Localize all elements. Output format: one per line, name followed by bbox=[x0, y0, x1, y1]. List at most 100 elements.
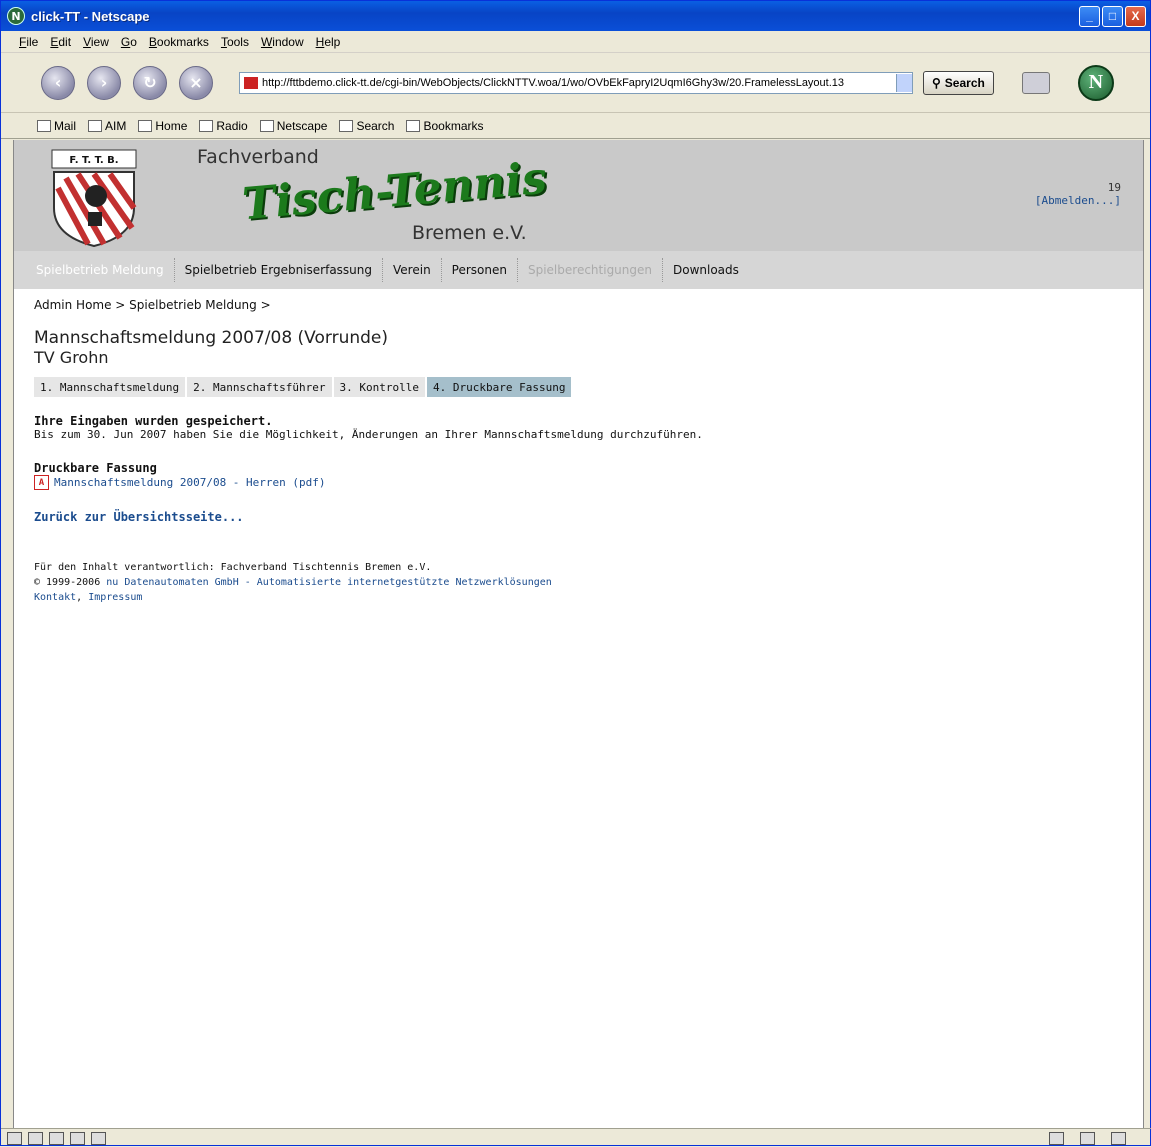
header-line-fachverband: Fachverband bbox=[197, 146, 319, 168]
pt-search[interactable]: Search bbox=[339, 119, 394, 133]
search-button-label: Search bbox=[944, 75, 985, 90]
netscape-status-icon[interactable] bbox=[7, 1131, 22, 1145]
main-navigation: Spielbetrieb Meldung Spielbetrieb Ergebn… bbox=[14, 251, 1143, 289]
saved-title: Ihre Eingaben wurden gespeichert. bbox=[34, 414, 273, 428]
mail-icon bbox=[37, 119, 51, 132]
step-druckbare-fassung[interactable]: 4. Druckbare Fassung bbox=[427, 377, 572, 397]
minimize-button[interactable]: _ bbox=[1079, 5, 1100, 27]
radio-icon bbox=[199, 119, 214, 132]
menu-file[interactable]: File bbox=[19, 35, 38, 49]
fttb-crest-logo: F. T. T. B. bbox=[51, 149, 137, 248]
address-book-status-icon[interactable] bbox=[91, 1131, 106, 1145]
netscape-logo-icon[interactable]: N bbox=[1077, 64, 1114, 101]
print-heading: Druckbare Fassung bbox=[34, 461, 157, 475]
maximize-button[interactable]: □ bbox=[1102, 5, 1123, 27]
url-field[interactable]: http://fttbdemo.click-tt.de/cgi-bin/WebO… bbox=[239, 71, 913, 94]
page-viewport: F. T. T. B. Fachverband Tisch-Tennis Bre… bbox=[13, 140, 1144, 1128]
navigation-toolbar: ‹ › ↻ × http://fttbdemo.click-tt.de/cgi-… bbox=[1, 53, 1150, 113]
pt-search-label: Search bbox=[356, 118, 395, 133]
user-box: 19 [Abmelden...] bbox=[1035, 181, 1121, 207]
pt-aim-label: AIM bbox=[105, 118, 127, 133]
pt-radio-label: Radio bbox=[216, 118, 248, 133]
aim-icon bbox=[88, 119, 103, 132]
footer-links: Kontakt, Impressum bbox=[34, 590, 1123, 605]
reload-icon[interactable]: ↻ bbox=[133, 65, 167, 100]
home-icon bbox=[138, 119, 153, 132]
close-button[interactable]: X bbox=[1125, 5, 1146, 27]
pt-aim[interactable]: AIM bbox=[88, 119, 126, 133]
bookmarks-icon bbox=[406, 119, 421, 132]
footer-responsible: Für den Inhalt verantwortlich: Fachverba… bbox=[34, 562, 432, 573]
logo-text: F. T. T. B. bbox=[69, 155, 118, 166]
pdf-download-link[interactable]: A Mannschaftsmeldung 2007/08 - Herren (p… bbox=[34, 475, 1123, 490]
nav-personen[interactable]: Personen bbox=[440, 258, 517, 282]
browser-window: N click-TT - Netscape _ □ X File Edit Vi… bbox=[0, 0, 1151, 1146]
search-icon bbox=[339, 119, 354, 132]
menu-window[interactable]: Window bbox=[261, 35, 304, 49]
pt-home[interactable]: Home bbox=[138, 119, 187, 133]
saved-text: Bis zum 30. Jun 2007 haben Sie die Mögli… bbox=[34, 428, 703, 441]
nav-verein[interactable]: Verein bbox=[382, 258, 441, 282]
search-button[interactable]: ⚲ Search bbox=[923, 70, 994, 95]
menu-help[interactable]: Help bbox=[316, 35, 341, 49]
connection-icon bbox=[1049, 1131, 1064, 1145]
menu-bar: File Edit View Go Bookmarks Tools Window… bbox=[1, 31, 1150, 53]
nav-spielbetrieb-ergebniserfassung[interactable]: Spielbetrieb Ergebniserfassung bbox=[173, 258, 382, 282]
footer-link-separator: , bbox=[76, 592, 89, 603]
pt-netscape[interactable]: Netscape bbox=[259, 118, 328, 133]
step-mannschaftsfuehrer[interactable]: 2. Mannschaftsführer bbox=[187, 377, 332, 397]
main-content: Admin Home > Spielbetrieb Meldung > Mann… bbox=[14, 289, 1143, 613]
site-header: F. T. T. B. Fachverband Tisch-Tennis Bre… bbox=[14, 140, 1143, 251]
stop-icon[interactable]: × bbox=[179, 65, 213, 100]
header-line-bremen: Bremen e.V. bbox=[412, 222, 527, 244]
footer-copyright-line: © 1999-2006 nu Datenautomaten GmbH - Aut… bbox=[34, 575, 1123, 590]
logout-link[interactable]: [Abmelden...] bbox=[1035, 194, 1121, 207]
back-to-overview-link[interactable]: Zurück zur Übersichtsseite... bbox=[34, 510, 1123, 524]
url-text: http://fttbdemo.click-tt.de/cgi-bin/WebO… bbox=[262, 76, 845, 89]
title-bar: N click-TT - Netscape _ □ X bbox=[1, 1, 1150, 31]
menu-view[interactable]: View bbox=[83, 35, 109, 49]
composer-status-icon[interactable] bbox=[70, 1131, 85, 1145]
menu-tools[interactable]: Tools bbox=[221, 35, 249, 49]
forward-icon[interactable]: › bbox=[87, 65, 121, 100]
pt-radio[interactable]: Radio bbox=[199, 118, 248, 133]
aim-status-icon[interactable] bbox=[49, 1131, 64, 1145]
footer: Für den Inhalt verantwortlich: Fachverba… bbox=[34, 560, 1123, 605]
netscape-app-icon: N bbox=[7, 7, 25, 25]
club-name: TV Grohn bbox=[34, 348, 109, 367]
window-title: click-TT - Netscape bbox=[31, 8, 150, 24]
step-kontrolle[interactable]: 3. Kontrolle bbox=[333, 377, 426, 397]
footer-copyright: © 1999-2006 bbox=[34, 577, 101, 588]
nav-spielberechtigungen: Spielberechtigungen bbox=[516, 258, 662, 282]
wizard-steps: 1. Mannschaftsmeldung 2. Mannschaftsführ… bbox=[34, 377, 1123, 397]
url-dropdown-icon[interactable] bbox=[896, 73, 912, 92]
page-title: Mannschaftsmeldung 2007/08 (Vorrunde) bbox=[34, 328, 388, 348]
pdf-icon: A bbox=[34, 475, 49, 490]
my-netscape-icon bbox=[259, 119, 274, 132]
menu-bookmarks[interactable]: Bookmarks bbox=[149, 35, 209, 49]
pt-mail[interactable]: Mail bbox=[37, 119, 76, 133]
breadcrumb[interactable]: Admin Home > Spielbetrieb Meldung > bbox=[34, 298, 1123, 312]
menu-go[interactable]: Go bbox=[121, 35, 137, 49]
pt-home-label: Home bbox=[155, 118, 188, 133]
print-icon[interactable] bbox=[1021, 71, 1050, 94]
pdf-link-label: Mannschaftsmeldung 2007/08 - Herren (pdf… bbox=[54, 476, 326, 489]
kontakt-link[interactable]: Kontakt bbox=[34, 592, 76, 603]
cookie-icon bbox=[1080, 1131, 1095, 1145]
menu-edit[interactable]: Edit bbox=[50, 35, 71, 49]
user-number: 19 bbox=[1107, 181, 1121, 194]
nav-spielbetrieb-meldung[interactable]: Spielbetrieb Meldung bbox=[14, 258, 174, 282]
nav-downloads[interactable]: Downloads bbox=[662, 258, 749, 282]
mail-status-icon[interactable] bbox=[28, 1131, 43, 1145]
security-lock-icon bbox=[1111, 1131, 1126, 1145]
personal-toolbar: Mail AIM Home Radio Netscape Search Book… bbox=[1, 113, 1150, 139]
step-mannschaftsmeldung[interactable]: 1. Mannschaftsmeldung bbox=[34, 377, 186, 397]
status-bar bbox=[1, 1128, 1151, 1147]
pt-bookmarks-label: Bookmarks bbox=[423, 118, 484, 133]
pt-netscape-label: Netscape bbox=[276, 118, 328, 133]
impressum-link[interactable]: Impressum bbox=[88, 592, 142, 603]
footer-company-link[interactable]: nu Datenautomaten GmbH - Automatisierte … bbox=[106, 577, 552, 588]
favicon-icon bbox=[244, 76, 258, 89]
back-icon[interactable]: ‹ bbox=[41, 65, 75, 100]
pt-bookmarks[interactable]: Bookmarks bbox=[406, 118, 484, 133]
